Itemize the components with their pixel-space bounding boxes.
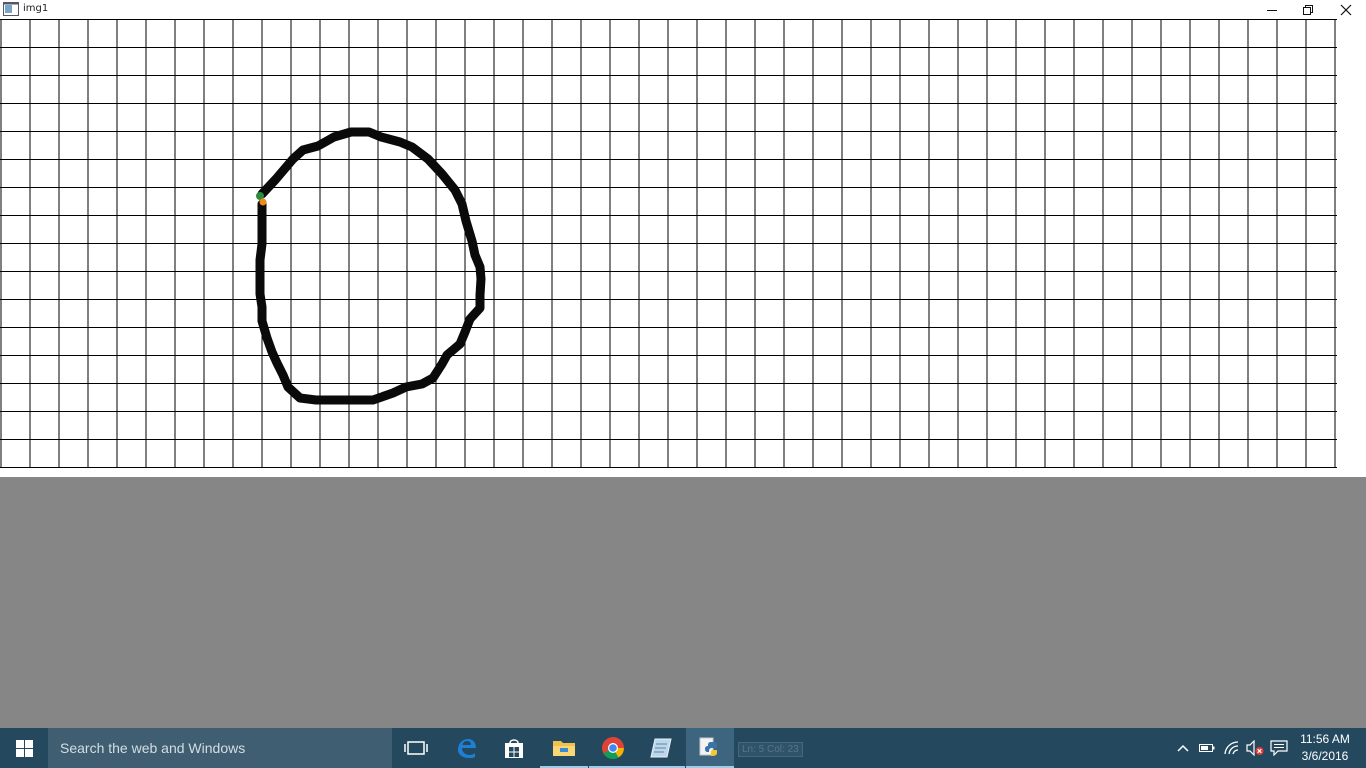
restore-button[interactable]	[1289, 0, 1327, 19]
notepad-icon	[650, 738, 672, 758]
store-button[interactable]	[490, 728, 538, 768]
battery-icon	[1199, 744, 1215, 752]
show-hidden-icons-button[interactable]	[1172, 728, 1194, 768]
wifi-button[interactable]	[1221, 728, 1243, 768]
file-explorer-button[interactable]	[540, 728, 588, 768]
python-button[interactable]	[686, 728, 734, 768]
battery-button[interactable]	[1196, 728, 1218, 768]
start-button[interactable]	[0, 728, 48, 768]
search-placeholder: Search the web and Windows	[60, 740, 246, 756]
file-explorer-icon	[553, 741, 575, 756]
action-center-button[interactable]	[1268, 728, 1290, 768]
chrome-icon	[602, 737, 624, 759]
volume-button[interactable]	[1244, 728, 1266, 768]
task-view-button[interactable]	[392, 728, 440, 768]
restore-icon	[1303, 4, 1313, 15]
image-canvas[interactable]	[0, 19, 1366, 477]
volume-muted-icon	[1246, 740, 1264, 756]
clock-date: 3/6/2016	[1301, 749, 1349, 763]
freehand-stroke	[255, 127, 486, 405]
close-button[interactable]	[1327, 0, 1365, 19]
grid-lines	[0, 19, 1337, 468]
taskbar: Search the web and Windows Ln: 5 Col: 23…	[0, 728, 1366, 768]
edge-icon	[458, 739, 476, 758]
windows-logo-icon	[15, 739, 33, 757]
chevron-up-icon	[1177, 744, 1189, 752]
chrome-button[interactable]	[589, 728, 637, 768]
wifi-icon	[1224, 741, 1239, 755]
window-title: img1	[23, 3, 49, 14]
edge-button[interactable]	[442, 728, 490, 768]
minimize-icon	[1267, 9, 1277, 11]
notepad-button[interactable]	[637, 728, 685, 768]
clock-time: 11:56 AM	[1300, 732, 1350, 746]
notifications-icon	[1270, 740, 1288, 756]
app-window-icon	[3, 2, 19, 16]
image-canvas-drawing	[0, 19, 1337, 468]
task-view-icon	[404, 741, 428, 755]
window-titlebar: img1	[0, 0, 1366, 20]
close-icon	[1340, 4, 1352, 15]
python-icon	[699, 737, 717, 756]
ghost-status-text: Ln: 5 Col: 23	[738, 742, 803, 757]
minimize-button[interactable]	[1253, 0, 1291, 19]
taskbar-clock[interactable]: 11:56 AM 3/6/2016	[1296, 731, 1354, 765]
store-icon	[505, 739, 523, 758]
stroke-end-marker	[259, 198, 267, 206]
search-box[interactable]: Search the web and Windows	[48, 728, 392, 768]
